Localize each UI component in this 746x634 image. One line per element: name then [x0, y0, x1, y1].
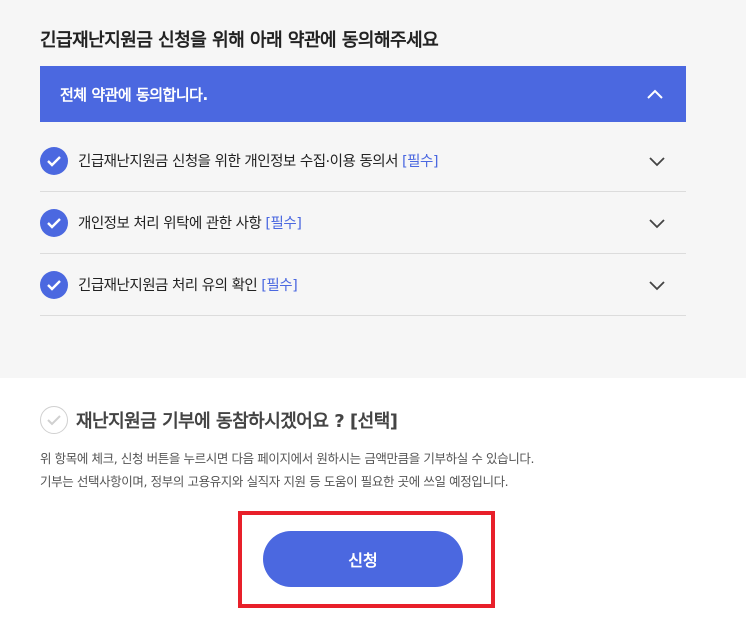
donation-label: 재난지원금 기부에 동참하시겠어요 ? [선택] [76, 411, 398, 432]
page-title: 긴급재난지원금 신청을 위해 아래 약관에 동의해주세요 [40, 30, 439, 51]
check-icon[interactable] [40, 270, 68, 299]
required-tag: [필수] [401, 154, 439, 170]
chevron-down-icon[interactable] [646, 150, 668, 172]
donation-option[interactable]: 재난지원금 기부에 동참하시겠어요 ? [선택] [40, 406, 398, 434]
required-tag: [필수] [265, 216, 302, 232]
chevron-down-icon[interactable] [646, 274, 668, 296]
chevron-down-icon[interactable] [646, 212, 668, 234]
apply-button[interactable]: 신청 [263, 531, 463, 587]
term-item-privacy-collection[interactable]: 긴급재난지원금 신청을 위한 개인정보 수집·이용 동의서 [필수] [40, 130, 686, 192]
donation-description-1: 위 항목에 체크, 신청 버튼을 누르시면 다음 페이지에서 원하시는 금액만큼… [40, 451, 535, 466]
agree-all-label: 전체 약관에 동의합니다. [60, 85, 208, 104]
term-label: 개인정보 처리 위탁에 관한 사항 [필수] [78, 216, 302, 232]
term-label: 긴급재난지원금 신청을 위한 개인정보 수집·이용 동의서 [필수] [78, 154, 439, 170]
required-tag: [필수] [261, 278, 298, 294]
chevron-up-icon[interactable] [644, 83, 666, 105]
agree-all-bar[interactable]: 전체 약관에 동의합니다. [40, 66, 686, 122]
term-label: 긴급재난지원금 처리 유의 확인 [필수] [78, 278, 298, 294]
donation-description-2: 기부는 선택사항이며, 정부의 고용유지와 실직자 지원 등 도움이 필요한 곳… [40, 474, 509, 489]
check-icon[interactable] [40, 208, 68, 237]
check-icon[interactable] [40, 406, 68, 434]
check-icon[interactable] [40, 146, 68, 175]
term-item-processing-notice[interactable]: 긴급재난지원금 처리 유의 확인 [필수] [40, 254, 686, 316]
term-item-privacy-consignment[interactable]: 개인정보 처리 위탁에 관한 사항 [필수] [40, 192, 686, 254]
